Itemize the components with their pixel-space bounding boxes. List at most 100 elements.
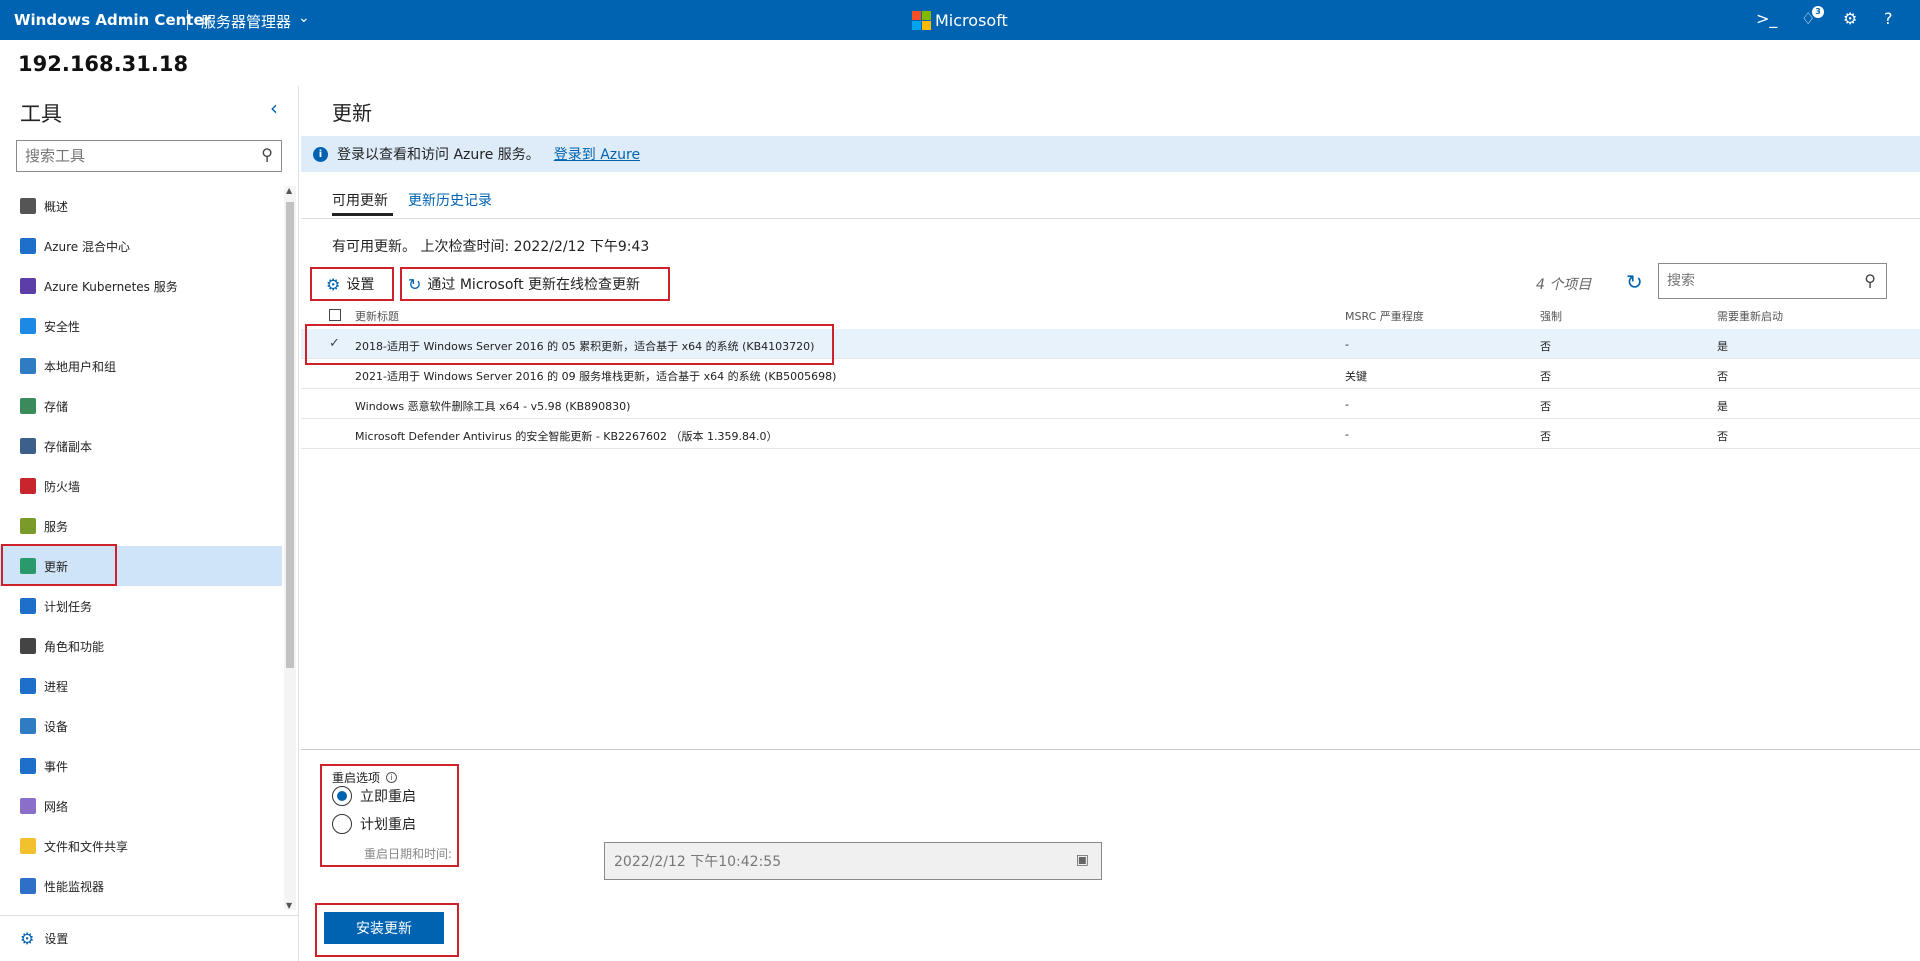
table-row[interactable]: Microsoft Defender Antivirus 的安全智能更新 - K… [301, 419, 1920, 449]
tabs-divider [301, 218, 1920, 219]
azure-info-bar: i 登录以查看和访问 Azure 服务。 登录到 Azure [301, 136, 1920, 172]
search-icon[interactable]: ⚲ [1864, 271, 1876, 290]
sidebar-item-label: 存储副本 [44, 439, 93, 454]
sidebar-item[interactable]: 网络 [0, 786, 282, 826]
bottom-divider [301, 749, 1920, 750]
sidebar-item-label: Azure Kubernetes 服务 [44, 279, 178, 294]
collapse-sidebar-icon[interactable]: ‹ [270, 96, 278, 120]
notification-badge: 3 [1812, 6, 1824, 18]
check-icon[interactable]: ✓ [329, 336, 340, 351]
table-row[interactable]: ✓ 2018-适用于 Windows Server 2016 的 05 累积更新，… [301, 329, 1920, 359]
sidebar-item[interactable]: 进程 [0, 666, 282, 706]
shield-icon [20, 318, 36, 334]
sidebar-item[interactable]: 性能监视器 [0, 866, 282, 906]
sidebar-item[interactable]: 事件 [0, 746, 282, 786]
tools-search: ⚲ [16, 140, 282, 172]
sidebar-item-label: 文件和文件共享 [44, 839, 129, 854]
table-row[interactable]: 2021-适用于 Windows Server 2016 的 09 服务堆栈更新… [301, 359, 1920, 389]
sidebar-item[interactable]: 角色和功能 [0, 626, 282, 666]
restart-now-radio[interactable]: 立即重启 [332, 786, 416, 806]
refresh-icon[interactable]: ↻ [1626, 270, 1643, 294]
sidebar-item[interactable]: 概述 [0, 186, 282, 226]
sidebar-item[interactable]: 本地用户和组 [0, 346, 282, 386]
radio-unselected-icon [332, 814, 352, 834]
title-separator [187, 10, 188, 30]
sidebar-item-label: 角色和功能 [44, 639, 105, 654]
sidebar-item-label: Azure 混合中心 [44, 239, 130, 254]
updates-table-header: 更新标题 MSRC 严重程度 强制 需要重新启动 [301, 304, 1920, 326]
active-tab-indicator [332, 213, 393, 216]
restart-datetime-input[interactable] [605, 843, 1045, 879]
sidebar-item[interactable]: 设备 [0, 706, 282, 746]
azure-info-text: 登录以查看和访问 Azure 服务。 [337, 147, 540, 163]
sidebar-item-label: 进程 [44, 679, 69, 694]
chevron-down-icon[interactable]: ⌄ [298, 10, 310, 26]
column-severity[interactable]: MSRC 严重程度 [1345, 308, 1424, 324]
item-count: 4 个项目 [1536, 277, 1592, 293]
overview-icon [20, 198, 36, 214]
cell-reboot: 是 [1717, 400, 1728, 413]
sidebar-item[interactable]: 文件和文件共享 [0, 826, 282, 866]
powershell-icon[interactable]: >_ [1756, 9, 1777, 28]
gear-icon[interactable]: ⚙ [1843, 9, 1857, 28]
cell-mandatory: 否 [1540, 370, 1551, 383]
firewall-icon [20, 478, 36, 494]
search-icon[interactable]: ⚲ [261, 145, 273, 164]
cell-severity: - [1345, 428, 1349, 441]
scrollbar-thumb[interactable] [286, 202, 294, 668]
sidebar-item-label: 概述 [44, 199, 69, 214]
app-title[interactable]: Windows Admin Center [14, 11, 211, 29]
table-row[interactable]: Windows 恶意软件删除工具 x64 - v5.98 (KB890830) -… [301, 389, 1920, 419]
sidebar-item[interactable]: 存储 [0, 386, 282, 426]
roles-icon [20, 638, 36, 654]
sidebar-item[interactable]: 计划任务 [0, 586, 282, 626]
cell-reboot: 否 [1717, 370, 1728, 383]
column-reboot[interactable]: 需要重新启动 [1717, 308, 1783, 324]
microsoft-logo-icon [912, 11, 931, 30]
updates-search: ⚲ [1658, 263, 1887, 299]
check-online-updates-button[interactable]: ↻ 通过 Microsoft 更新在线检查更新 [408, 268, 640, 300]
tools-search-input[interactable] [17, 141, 237, 171]
sidebar-item-label: 设备 [44, 719, 69, 734]
sidebar-item[interactable]: 服务 [0, 506, 282, 546]
radio-selected-icon [332, 786, 352, 806]
sidebar-item[interactable]: 更新 [0, 546, 282, 586]
settings-button-label: 设置 [346, 277, 375, 293]
schedule-restart-label: 计划重启 [360, 817, 416, 833]
schedule-restart-radio[interactable]: 计划重启 [332, 814, 416, 834]
scroll-down-icon[interactable]: ▼ [286, 901, 292, 910]
info-icon[interactable]: i [386, 772, 398, 783]
sidebar-item-label: 性能监视器 [44, 879, 105, 894]
sidebar-item-label: 存储 [44, 399, 69, 414]
settings-gear-icon: ⚙ [20, 929, 35, 948]
sidebar-item[interactable]: 存储副本 [0, 426, 282, 466]
tab-available-updates[interactable]: 可用更新 [332, 190, 388, 210]
sidebar-settings-label: 设置 [44, 932, 69, 946]
install-updates-button[interactable]: 安装更新 [324, 912, 444, 944]
sign-in-azure-link[interactable]: 登录到 Azure [554, 144, 640, 164]
column-mandatory[interactable]: 强制 [1540, 308, 1562, 324]
server-manager-menu[interactable]: 服务器管理器 [201, 11, 291, 32]
restart-datetime-field: ▣ [604, 842, 1102, 880]
column-title[interactable]: 更新标题 [355, 308, 399, 324]
sidebar-title: 工具 [20, 102, 62, 126]
sidebar-item-label: 安全性 [44, 319, 81, 334]
sidebar-settings[interactable]: ⚙ 设置 [0, 915, 299, 961]
tab-update-history[interactable]: 更新历史记录 [408, 190, 492, 210]
calendar-icon[interactable]: ▣ [1076, 852, 1089, 868]
sidebar-item-label: 网络 [44, 799, 69, 814]
updates-search-input[interactable] [1659, 264, 1839, 298]
scroll-up-icon[interactable]: ▲ [286, 186, 292, 195]
page-title: 更新 [332, 101, 372, 125]
sidebar-item[interactable]: Azure 混合中心 [0, 226, 282, 266]
updates-icon [20, 558, 36, 574]
processes-icon [20, 678, 36, 694]
sidebar-scrollbar[interactable]: ▲ ▼ [284, 186, 296, 910]
cell-title: 2021-适用于 Windows Server 2016 的 09 服务堆栈更新… [355, 370, 837, 383]
help-icon[interactable]: ? [1884, 9, 1893, 28]
sidebar-item[interactable]: 防火墙 [0, 466, 282, 506]
tools-nav-list: 概述 Azure 混合中心 Azure Kubernetes 服务 安全性本地用户和组… [0, 186, 282, 910]
sidebar-item[interactable]: Azure Kubernetes 服务 [0, 266, 282, 306]
sidebar-item[interactable]: 安全性 [0, 306, 282, 346]
settings-button[interactable]: ⚙ 设置 [326, 268, 374, 300]
